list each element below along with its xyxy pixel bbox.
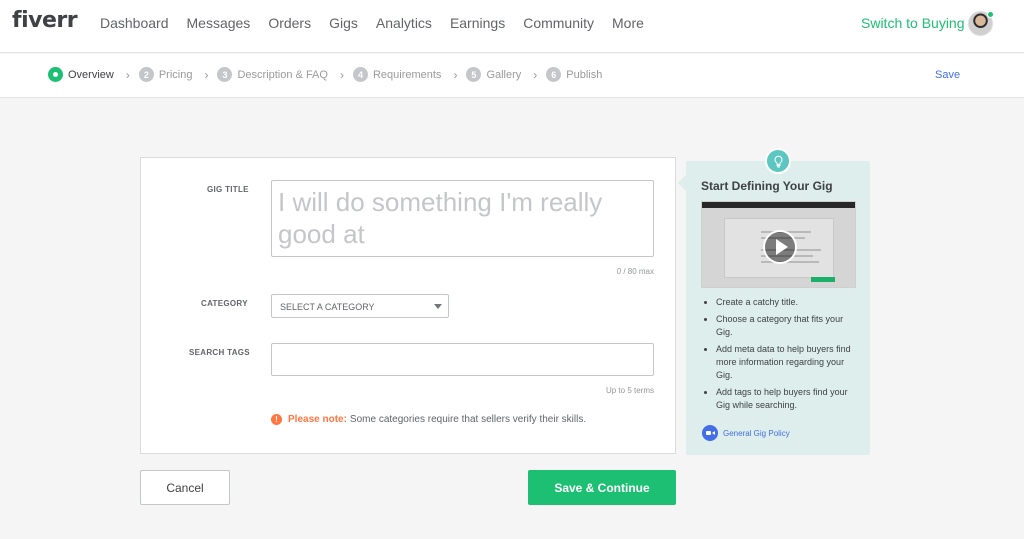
online-status-dot <box>987 11 994 18</box>
lightbulb-icon <box>765 148 791 174</box>
list-item: Create a catchy title. <box>701 296 861 309</box>
nav-item-dashboard[interactable]: Dashboard <box>100 15 169 31</box>
save-link[interactable]: Save <box>935 69 960 81</box>
nav-item-analytics[interactable]: Analytics <box>376 15 432 31</box>
list-item: Choose a category that fits your Gig. <box>701 313 861 339</box>
fiverr-logo[interactable]: fiverr <box>12 8 78 33</box>
search-tags-input[interactable] <box>271 343 654 376</box>
save-continue-button[interactable]: Save & Continue <box>528 470 676 505</box>
search-tags-label: SEARCH TAGS <box>189 348 250 357</box>
switch-to-buying-link[interactable]: Switch to Buying <box>861 15 965 31</box>
tags-hint: Up to 5 terms <box>605 386 654 395</box>
step-number: 4 <box>352 67 368 82</box>
nav-item-earnings[interactable]: Earnings <box>450 15 505 31</box>
nav-item-community[interactable]: Community <box>523 15 594 31</box>
nav-item-orders[interactable]: Orders <box>268 15 311 31</box>
step-label: Publish <box>566 68 603 81</box>
title-count: 0 <box>616 267 622 276</box>
top-navigation: fiverr Dashboard Messages Orders Gigs An… <box>0 0 1024 53</box>
chevron-right-icon: › <box>453 67 458 82</box>
step-label: Pricing <box>158 68 193 81</box>
step-number: 5 <box>466 67 482 82</box>
play-icon[interactable] <box>763 230 797 264</box>
user-avatar[interactable] <box>968 11 994 36</box>
gig-steps-bar: Overview › 2 Pricing › 3 Description & F… <box>0 54 1024 98</box>
step-label: Gallery <box>486 68 522 81</box>
category-label: CATEGORY <box>201 299 248 308</box>
note-strong: Please note: <box>288 414 347 425</box>
gig-overview-form: GIG TITLE I will do something I'm really… <box>140 157 676 454</box>
nav-item-gigs[interactable]: Gigs <box>329 15 358 31</box>
tips-panel: Start Defining Your Gig Create a catchy … <box>678 148 870 455</box>
chevron-right-icon: › <box>204 67 209 82</box>
step-number: 6 <box>546 67 562 82</box>
step-overview[interactable]: Overview <box>48 67 114 82</box>
step-label: Requirements <box>372 68 442 81</box>
category-select-value: SELECT A CATEGORY <box>280 302 375 312</box>
step-location-icon <box>48 67 63 82</box>
list-item: Add meta data to help buyers find more i… <box>701 343 861 382</box>
chevron-right-icon: › <box>339 67 344 82</box>
step-label: Overview <box>68 68 114 81</box>
gig-title-label: GIG TITLE <box>207 185 249 194</box>
general-gig-policy-link[interactable]: General Gig Policy <box>702 425 790 441</box>
steps-list: Overview › 2 Pricing › 3 Description & F… <box>48 67 602 82</box>
step-description-faq[interactable]: 3 Description & FAQ <box>217 67 328 82</box>
title-max: / 80 max <box>623 267 654 276</box>
chevron-right-icon: › <box>125 67 130 82</box>
category-select[interactable]: SELECT A CATEGORY <box>271 294 449 318</box>
step-number: 2 <box>138 67 154 82</box>
panel-title: Start Defining Your Gig <box>701 179 833 193</box>
tutorial-video[interactable] <box>701 201 856 288</box>
step-label: Description & FAQ <box>237 68 328 81</box>
step-gallery[interactable]: 5 Gallery <box>466 67 521 82</box>
main-nav: Dashboard Messages Orders Gigs Analytics… <box>100 15 644 31</box>
cancel-button[interactable]: Cancel <box>140 470 230 505</box>
chevron-right-icon: › <box>533 67 538 82</box>
note-text: Some categories require that sellers ver… <box>349 414 587 425</box>
step-pricing[interactable]: 2 Pricing <box>138 67 193 82</box>
caret-down-icon <box>434 304 442 309</box>
title-char-counter: 0 / 80 max <box>571 267 654 276</box>
nav-item-more[interactable]: More <box>612 15 644 31</box>
nav-item-messages[interactable]: Messages <box>187 15 251 31</box>
tips-list: Create a catchy title. Choose a category… <box>701 296 861 416</box>
list-item: Add tags to help buyers find your Gig wh… <box>701 386 861 412</box>
info-warning-icon: ! <box>271 414 282 425</box>
step-requirements[interactable]: 4 Requirements <box>352 67 442 82</box>
video-camera-icon <box>702 425 718 441</box>
gig-title-input[interactable]: I will do something I'm really good at <box>271 180 654 257</box>
step-publish[interactable]: 6 Publish <box>546 67 602 82</box>
policy-link-label: General Gig Policy <box>723 428 790 438</box>
step-number: 3 <box>217 67 233 82</box>
category-note: ! Please note: Some categories require t… <box>271 414 586 425</box>
